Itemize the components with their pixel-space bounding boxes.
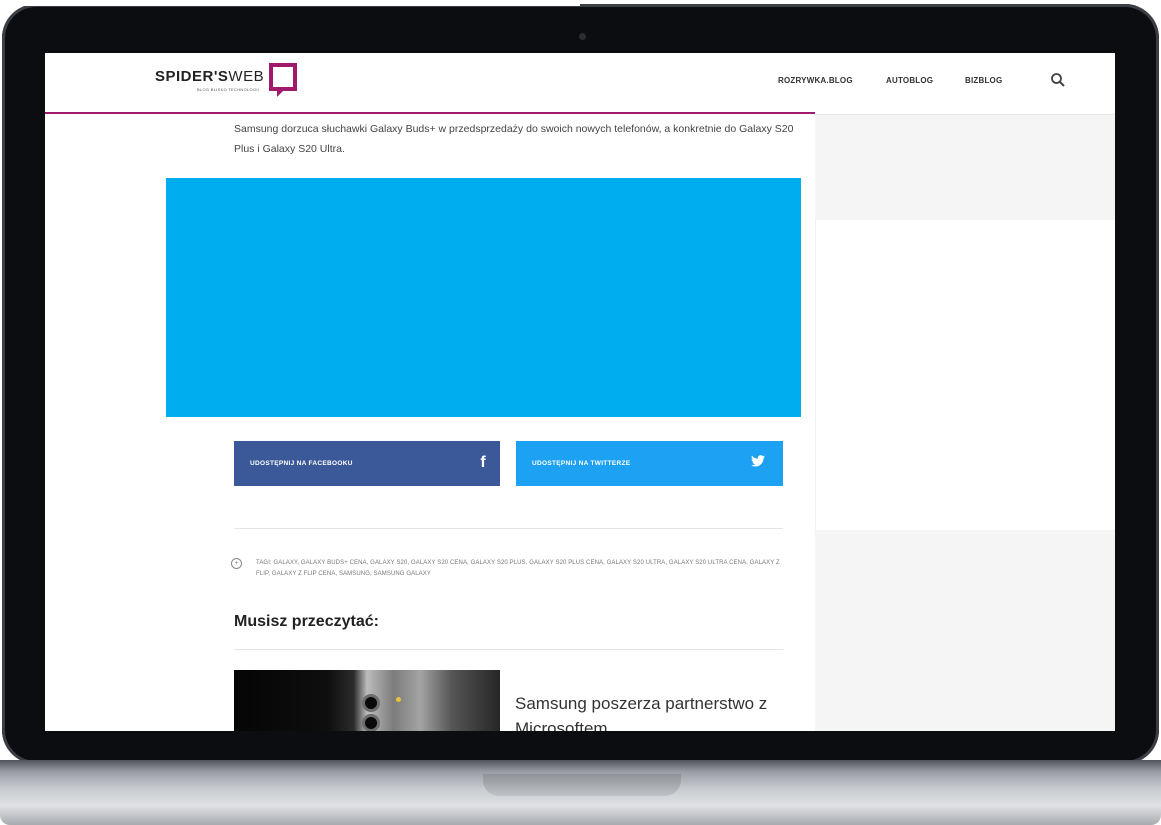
sidebar-ad-slot <box>815 220 1115 530</box>
site-logo[interactable]: SPIDER'SWEB BLOG BLISKO TECHNOLOGII <box>155 62 298 102</box>
article-hero-image <box>166 178 801 417</box>
camera-lens-graphic <box>362 714 380 731</box>
webcam <box>579 33 586 40</box>
twitter-bird-icon <box>751 455 765 467</box>
nav-link-autoblog[interactable]: AUTOBLOG <box>886 76 933 85</box>
section-divider <box>234 649 783 650</box>
share-facebook-label: UDOSTĘPNIJ NA FACEBOOKU <box>250 460 353 467</box>
article-lead: Samsung dorzuca słuchawki Galaxy Buds+ w… <box>234 123 794 155</box>
nav-link-bizblog[interactable]: BIZBLOG <box>965 76 1002 85</box>
tag-icon: + <box>231 558 242 569</box>
search-icon[interactable] <box>1050 72 1066 88</box>
content-divider <box>234 528 783 529</box>
logo-tagline: BLOG BLISKO TECHNOLOGII <box>197 87 260 92</box>
site-header: SPIDER'SWEB BLOG BLISKO TECHNOLOGII ROZR… <box>45 53 1115 113</box>
share-twitter-label: UDOSTĘPNIJ NA TWITTERZE <box>532 460 631 467</box>
share-facebook-button[interactable]: UDOSTĘPNIJ NA FACEBOOKU f <box>234 441 500 486</box>
related-article-thumbnail[interactable] <box>234 670 500 731</box>
facebook-icon: f <box>480 454 486 471</box>
share-twitter-button[interactable]: UDOSTĘPNIJ NA TWITTERZE <box>516 441 783 486</box>
camera-lens-graphic <box>362 694 380 712</box>
browser-screen: SPIDER'SWEB BLOG BLISKO TECHNOLOGII ROZR… <box>45 53 1115 731</box>
article-tags[interactable]: TAGI: GALAXY, GALAXY BUDS+ CENA, GALAXY … <box>256 558 786 580</box>
must-read-heading: Musisz przeczytać: <box>234 613 379 630</box>
related-article-title[interactable]: Samsung poszerza partnerstwo z Microsoft… <box>515 691 775 731</box>
sidebar-top-panel <box>815 115 1115 220</box>
laptop-base-notch <box>483 774 681 796</box>
camera-flash-graphic <box>396 697 401 702</box>
background-cutout <box>0 0 580 6</box>
logo-wordmark: SPIDER'SWEB <box>155 68 265 85</box>
logo-speech-bubble-icon <box>269 63 298 97</box>
nav-link-rozrywka-blog[interactable]: ROZRYWKA.BLOG <box>778 76 853 85</box>
sidebar-bottom-panel <box>815 530 1115 731</box>
header-accent-rule <box>45 112 815 114</box>
